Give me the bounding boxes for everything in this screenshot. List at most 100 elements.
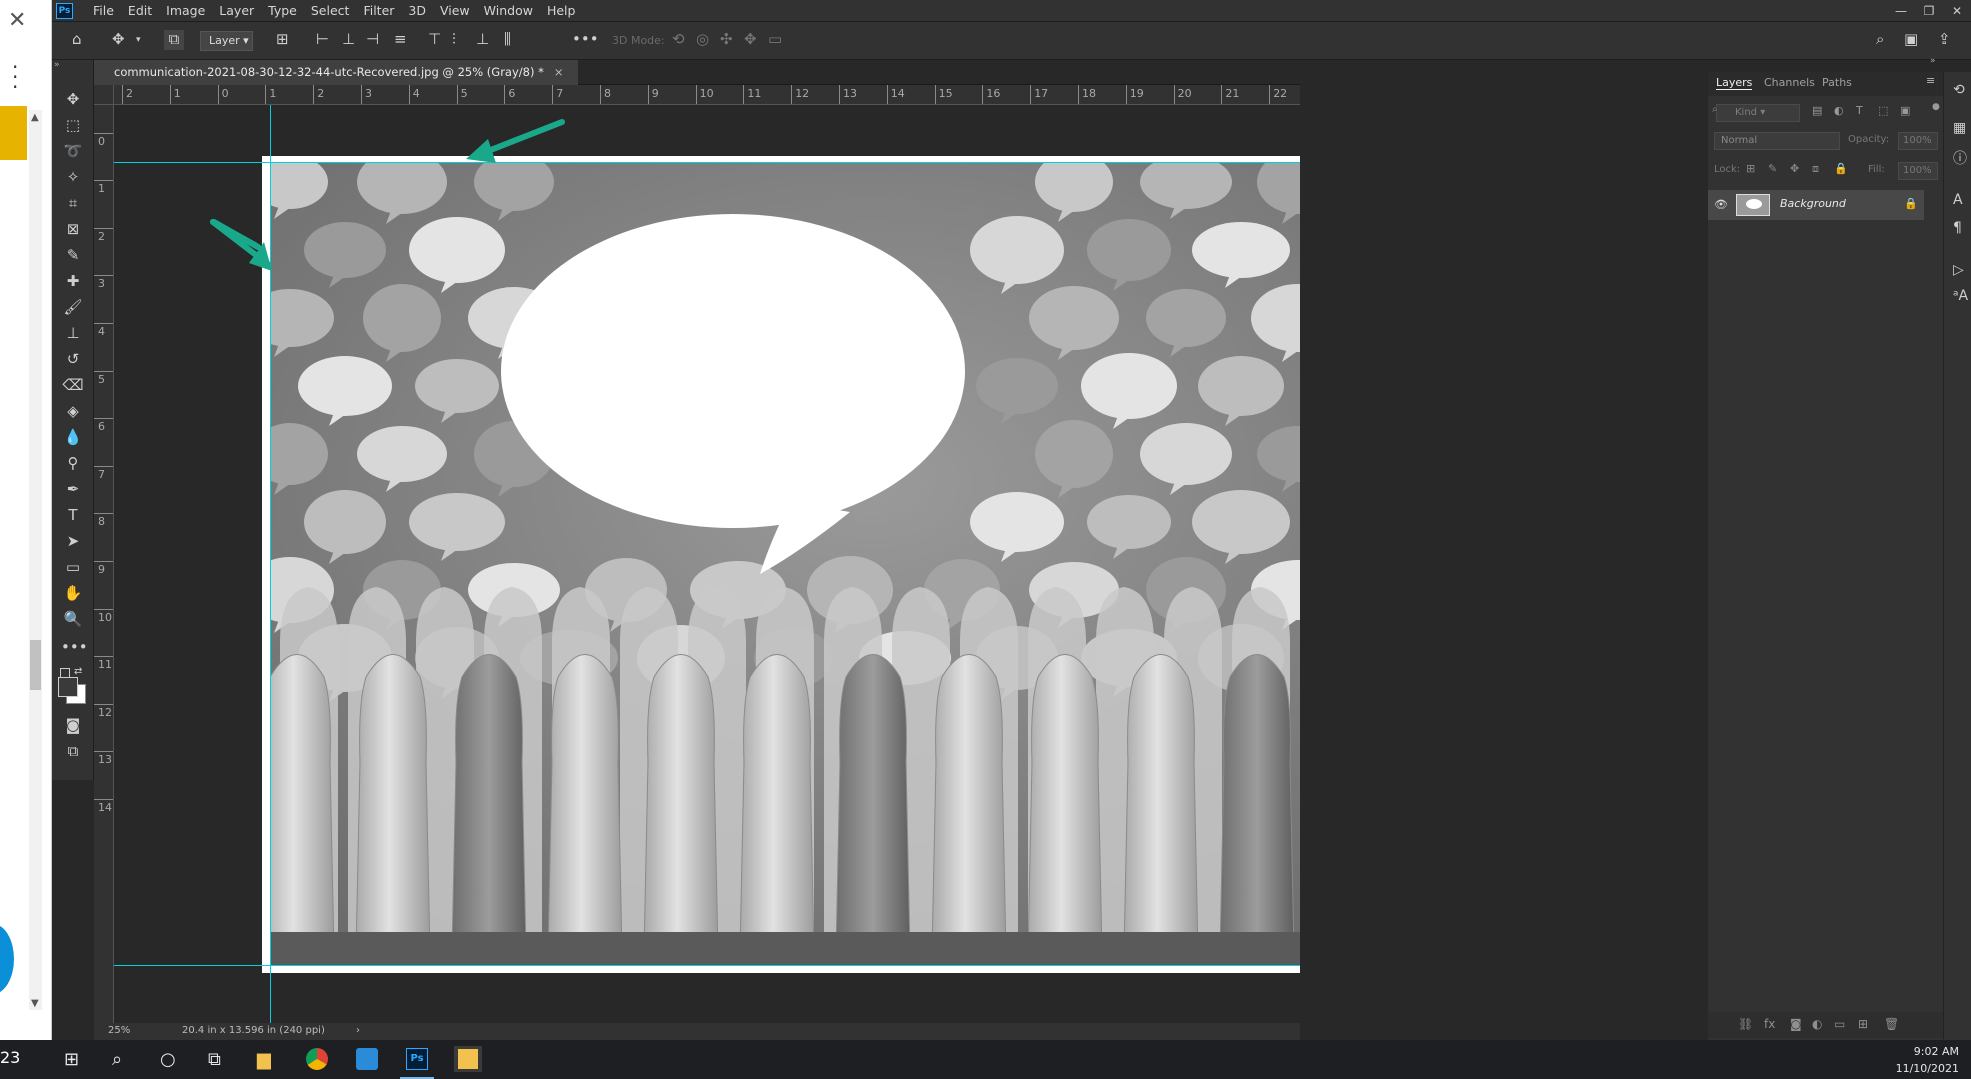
- info-panel-icon[interactable]: ⓘ: [1953, 148, 1967, 168]
- menu-layer[interactable]: Layer: [212, 0, 261, 22]
- align-center-horizontal-icon[interactable]: ⊥: [342, 30, 355, 48]
- lock-image-icon[interactable]: ✎: [1768, 162, 1777, 175]
- menu-help[interactable]: Help: [540, 0, 583, 22]
- scrollbar-track[interactable]: [29, 110, 42, 1010]
- filter-pixel-icon[interactable]: ▤: [1812, 104, 1822, 117]
- filter-adjustment-icon[interactable]: ◐: [1834, 104, 1844, 117]
- distribute-vertical-icon[interactable]: ⫼: [504, 30, 511, 48]
- adjustments-panel-icon[interactable]: ▦: [1953, 120, 1966, 136]
- menu-filter[interactable]: Filter: [356, 0, 401, 22]
- blend-mode-select[interactable]: Normal: [1714, 132, 1840, 150]
- layer-filter-kind-select[interactable]: Kind ▾: [1716, 104, 1800, 122]
- menu-select[interactable]: Select: [304, 0, 357, 22]
- actions-panel-icon[interactable]: ▷: [1953, 262, 1964, 278]
- auto-select-checkbox-icon[interactable]: ⧉: [164, 30, 184, 50]
- menu-type[interactable]: Type: [261, 0, 304, 22]
- delete-layer-icon[interactable]: 🗑: [1884, 1017, 1899, 1031]
- pen-tool-icon[interactable]: ✒: [61, 480, 85, 502]
- lasso-tool-icon[interactable]: ➰: [61, 142, 85, 164]
- paint-bucket-tool-icon[interactable]: ◈: [61, 402, 85, 424]
- type-tool-icon[interactable]: T: [61, 506, 85, 528]
- transform-controls-icon[interactable]: ⊞: [276, 30, 289, 48]
- app-blue-icon[interactable]: [356, 1048, 378, 1070]
- eyedropper-tool-icon[interactable]: ✎: [61, 246, 85, 268]
- blur-tool-icon[interactable]: 💧: [61, 428, 85, 450]
- eraser-tool-icon[interactable]: ⌫: [61, 376, 85, 398]
- kebab-menu-icon[interactable]: · · ·: [12, 57, 28, 97]
- close-tab-icon[interactable]: ×: [554, 65, 564, 79]
- new-layer-icon[interactable]: ⊞: [1858, 1017, 1868, 1031]
- rectangle-tool-icon[interactable]: ▭: [61, 558, 85, 580]
- move-tool-preset-icon[interactable]: ✥: [112, 30, 125, 48]
- menu-3d[interactable]: 3D: [401, 0, 433, 22]
- filter-toggle-icon[interactable]: ●: [1932, 102, 1940, 112]
- menu-file[interactable]: File: [86, 0, 121, 22]
- swap-colors-icon[interactable]: ⇄: [74, 666, 82, 677]
- filter-shape-icon[interactable]: ⬚: [1878, 104, 1888, 117]
- collapse-panels-icon[interactable]: »: [1930, 56, 1936, 66]
- chrome-icon[interactable]: [306, 1048, 328, 1070]
- frame-tool-icon[interactable]: ⊠: [61, 220, 85, 242]
- restore-icon[interactable]: ❐: [1915, 0, 1943, 22]
- taskbar-badge[interactable]: 23: [0, 1048, 26, 1072]
- visibility-eye-icon[interactable]: 👁: [1714, 198, 1728, 211]
- link-layers-icon[interactable]: ⛓: [1738, 1017, 1753, 1031]
- history-brush-tool-icon[interactable]: ↺: [61, 350, 85, 372]
- horizontal-ruler[interactable]: 2 1 0 1 2 3 4 5 6 7 8 9 10 11 12 13 14 15 16 17 18 19 20 21 22: [94, 85, 1300, 105]
- menu-view[interactable]: View: [433, 0, 477, 22]
- lock-all-icon[interactable]: 🔒: [1834, 162, 1848, 175]
- layer-name[interactable]: Background: [1780, 197, 1846, 210]
- status-menu-arrow-icon[interactable]: ›: [356, 1025, 360, 1036]
- filter-smart-object-icon[interactable]: ▣: [1900, 104, 1910, 117]
- layer-style-icon[interactable]: fx: [1764, 1017, 1775, 1031]
- close-window-icon[interactable]: ✕: [1943, 0, 1971, 22]
- lock-transparent-icon[interactable]: ⊞: [1746, 162, 1755, 175]
- minimize-icon[interactable]: —: [1887, 0, 1915, 22]
- tab-paths[interactable]: Paths: [1822, 76, 1852, 89]
- align-middle-icon[interactable]: ⫶: [452, 30, 456, 48]
- workspace-icon[interactable]: ▣: [1904, 30, 1918, 48]
- close-icon[interactable]: ✕: [8, 8, 28, 33]
- scroll-down-arrow-icon[interactable]: ▼: [31, 998, 39, 1009]
- active-app-highlight[interactable]: [454, 1046, 482, 1072]
- lock-artboard-icon[interactable]: ⧈: [1812, 162, 1819, 176]
- crop-tool-icon[interactable]: ⌗: [61, 194, 85, 216]
- windows-start-icon[interactable]: ⊞: [64, 1049, 79, 1070]
- auto-select-dropdown[interactable]: Layer ▾: [200, 31, 253, 51]
- photoshop-taskbar-icon[interactable]: Ps: [406, 1048, 428, 1070]
- marquee-tool-icon[interactable]: ⬚: [61, 116, 85, 138]
- fill-input[interactable]: 100%: [1898, 162, 1938, 180]
- file-explorer-icon[interactable]: ▆: [257, 1049, 271, 1070]
- align-top-icon[interactable]: ⊤: [428, 30, 441, 48]
- path-selection-tool-icon[interactable]: ➤: [61, 532, 85, 554]
- cortana-icon[interactable]: ○: [160, 1049, 176, 1070]
- tab-layers[interactable]: Layers: [1716, 76, 1753, 90]
- document-tab[interactable]: communication-2021-08-30-12-32-44-utc-Re…: [94, 60, 578, 85]
- magic-wand-tool-icon[interactable]: ✧: [61, 168, 85, 190]
- align-right-icon[interactable]: ⊣: [366, 30, 379, 48]
- scrollbar-thumb[interactable]: [30, 640, 41, 690]
- opacity-input[interactable]: 100%: [1898, 132, 1938, 150]
- collapse-toolbar-icon[interactable]: »: [54, 60, 60, 70]
- panel-menu-icon[interactable]: ≡: [1926, 74, 1935, 87]
- menu-window[interactable]: Window: [477, 0, 540, 22]
- hand-tool-icon[interactable]: ✋: [61, 584, 85, 606]
- vertical-ruler[interactable]: 101234567891011121314: [94, 105, 114, 1023]
- healing-brush-tool-icon[interactable]: ✚: [61, 272, 85, 294]
- move-tool-icon[interactable]: ✥: [61, 90, 85, 112]
- clock[interactable]: 9:02 AM 11/10/2021: [1896, 1043, 1959, 1077]
- dodge-tool-icon[interactable]: ⚲: [61, 454, 85, 476]
- layer-row-background[interactable]: 👁 Background 🔒: [1708, 190, 1924, 220]
- share-icon[interactable]: ⇪: [1938, 30, 1951, 48]
- new-group-icon[interactable]: ▭: [1834, 1017, 1845, 1031]
- foreground-color-swatch[interactable]: [58, 677, 78, 697]
- task-view-icon[interactable]: ⧉: [208, 1049, 221, 1070]
- history-panel-icon[interactable]: ⟲: [1953, 82, 1965, 98]
- menu-edit[interactable]: Edit: [121, 0, 159, 22]
- menu-image[interactable]: Image: [159, 0, 212, 22]
- scroll-up-arrow-icon[interactable]: ▲: [31, 112, 39, 123]
- edit-toolbar-icon[interactable]: •••: [61, 638, 88, 660]
- zoom-level[interactable]: 25%: [108, 1025, 130, 1036]
- character-panel-icon[interactable]: A: [1953, 192, 1963, 208]
- ruler-origin[interactable]: [94, 85, 114, 105]
